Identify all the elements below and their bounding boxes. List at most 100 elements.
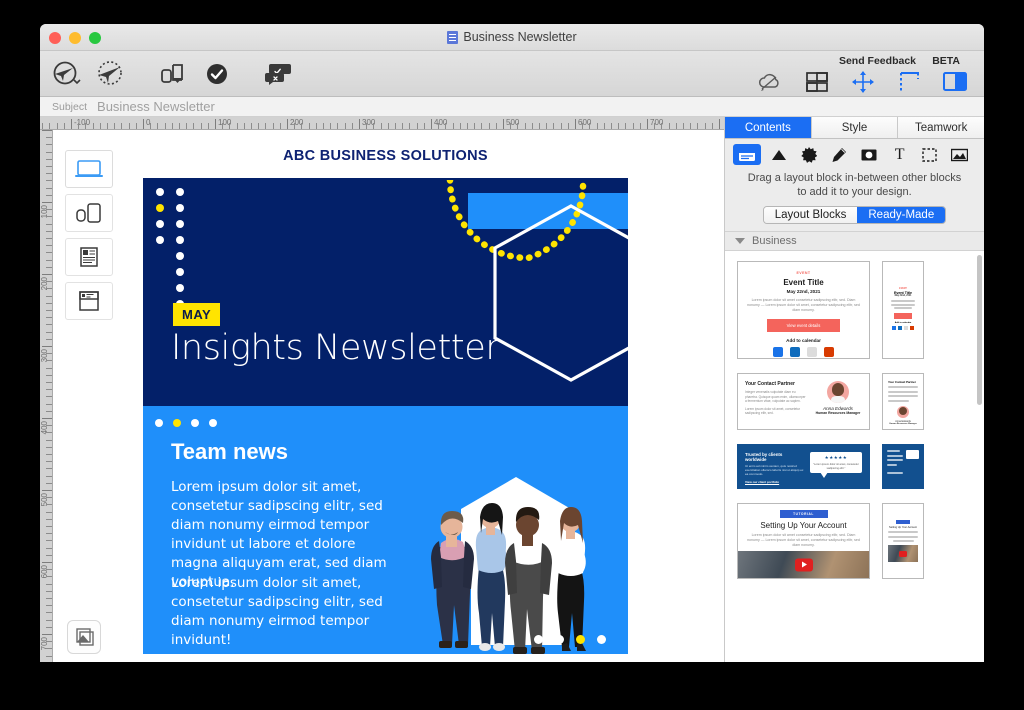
ruler-tick <box>46 403 52 405</box>
panel-scrollbar[interactable] <box>977 255 982 405</box>
spacing-icon[interactable] <box>842 63 884 101</box>
ruler-tick <box>517 123 519 129</box>
send-test-icon[interactable] <box>46 55 88 93</box>
avatar <box>827 381 849 403</box>
thumb-icon-row <box>745 347 862 357</box>
list-item[interactable]: TUTORIAL Setting Up Your Account Lorem i… <box>737 503 970 579</box>
tutorial-mobile-thumbnail[interactable]: Setting Up Your Account <box>882 503 924 579</box>
image-icon[interactable] <box>948 145 972 165</box>
list-item[interactable]: EVENT Event Title May 22nd, 2021 Lorem i… <box>737 261 970 359</box>
ruler-tick <box>157 123 159 129</box>
segment-layout-blocks[interactable]: Layout Blocks <box>763 207 858 223</box>
ruler-tick <box>46 194 52 196</box>
send-preview-icon[interactable] <box>90 55 132 93</box>
avatar <box>897 405 909 418</box>
ruler-tick <box>46 518 52 520</box>
segment-ready-made[interactable]: Ready-Made <box>857 207 946 223</box>
testimonial-mobile-thumbnail[interactable] <box>882 444 924 489</box>
ruler-tick <box>402 123 404 129</box>
ruler-tick <box>337 123 339 129</box>
team-news-paragraph-2[interactable]: Lorem ipsum dolor sit amet, consetetur s… <box>171 574 389 650</box>
hero-heading[interactable]: Insights Newsletter <box>171 328 500 368</box>
ruler-tick <box>553 123 555 129</box>
ruler-tick <box>42 274 52 275</box>
cloud-sync-icon[interactable] <box>750 63 792 101</box>
ruler-tick <box>661 123 663 129</box>
subject-label: Subject <box>52 100 88 113</box>
ruler-tick <box>719 119 720 129</box>
segmented-control: Layout Blocks Ready-Made <box>762 206 947 224</box>
tab-contents[interactable]: Contents <box>725 117 812 138</box>
ruler-tick <box>46 173 52 175</box>
newsletter-brand-title[interactable]: ABC BUSINESS SOLUTIONS <box>143 130 628 178</box>
ruler-tick <box>46 576 52 578</box>
layout-block-icon[interactable] <box>733 144 761 165</box>
testimonial-thumbnail[interactable]: Trusted by clients worldwide Ut enim ad … <box>737 444 870 489</box>
tutorial-thumbnail[interactable]: TUTORIAL Setting Up Your Account Lorem i… <box>737 503 870 579</box>
device-inbox-preview[interactable] <box>65 282 113 320</box>
placeholder-box-icon[interactable] <box>918 145 942 165</box>
list-item[interactable]: Trusted by clients worldwide Ut enim ad … <box>737 444 970 489</box>
vertical-ruler[interactable]: 100 200 300 400 500 600 700 <box>40 130 53 662</box>
horizontal-ruler[interactable]: -100 0 100 200 300 400 500 600 700 <box>40 117 724 130</box>
ruler-tick <box>438 123 440 129</box>
ruler-tick <box>287 119 288 129</box>
layout-blocks-icon[interactable] <box>796 63 838 101</box>
team-news-title[interactable]: Team news <box>171 439 288 465</box>
panel-tabs: Contents Style Teamwork <box>725 117 984 139</box>
title-bar: Business Newsletter <box>40 24 984 51</box>
shape-triangle-icon[interactable] <box>767 145 791 165</box>
ruler-tick <box>215 119 216 129</box>
thumb-title: Trusted by clients worldwide <box>745 452 783 462</box>
layers-button[interactable] <box>67 620 101 654</box>
check-icon[interactable] <box>196 55 238 93</box>
subject-input[interactable]: Business Newsletter <box>97 99 215 114</box>
team-news-block[interactable]: Team news Lorem ipsum dolor sit amet, co… <box>143 406 628 654</box>
ruler-tick <box>42 418 52 419</box>
template-thumbnail-list[interactable]: EVENT Event Title May 22nd, 2021 Lorem i… <box>725 251 984 662</box>
newsletter-hero-block[interactable]: MAY Insights Newsletter <box>143 178 628 406</box>
comments-icon[interactable] <box>258 55 300 93</box>
margins-icon[interactable] <box>888 63 930 101</box>
inspector-panel-icon[interactable] <box>934 63 976 101</box>
contact-partner-thumbnail[interactable]: Your Contact Partner Integer venenatis v… <box>737 373 870 430</box>
play-button-icon[interactable] <box>794 558 813 571</box>
text-icon[interactable]: T <box>888 145 912 165</box>
video-thumbnail <box>738 551 869 578</box>
ruler-tick <box>121 123 123 129</box>
ruler-tick <box>46 295 52 297</box>
device-plaintext[interactable] <box>65 238 113 276</box>
pen-icon[interactable] <box>827 145 851 165</box>
tab-style[interactable]: Style <box>811 117 899 138</box>
editor-body: -100 0 100 200 300 400 500 600 700 100 200 300 400 5… <box>40 117 984 662</box>
list-item[interactable]: Your Contact Partner Integer venenatis v… <box>737 373 970 430</box>
ruler-tick <box>46 554 52 556</box>
team-people-illustration <box>431 477 586 654</box>
tab-teamwork[interactable]: Teamwork <box>898 117 984 138</box>
export-icon[interactable] <box>152 55 194 93</box>
device-desktop[interactable] <box>65 150 113 188</box>
camera-icon[interactable] <box>857 145 881 165</box>
hero-month-badge[interactable]: MAY <box>173 303 221 326</box>
star-burst-icon[interactable] <box>797 145 821 165</box>
thumb-quote: "Lorem ipsum dolor sit amet, consetetur … <box>813 463 859 470</box>
mini-role: Human Resources Manager <box>889 422 917 425</box>
ruler-tick <box>46 655 52 657</box>
design-canvas[interactable]: ABC BUSINESS SOLUTIONS MAY Insights News… <box>53 130 724 662</box>
event-template-mobile-thumbnail[interactable]: EVENT Event Title May 22nd, 2021 Add to … <box>882 261 924 359</box>
apple-calendar-icon <box>807 347 817 357</box>
ruler-tick <box>668 123 670 129</box>
ruler-tick <box>222 123 224 129</box>
ruler-tick <box>46 180 52 182</box>
contact-partner-mobile-thumbnail[interactable]: Your Contact Partner Anna Edwards Human … <box>882 373 924 430</box>
ruler-tick <box>92 123 94 129</box>
mini-date: May 22nd, 2021 <box>894 295 912 297</box>
chevron-down-icon[interactable] <box>735 238 745 244</box>
ruler-tick <box>488 123 490 129</box>
event-template-thumbnail[interactable]: EVENT Event Title May 22nd, 2021 Lorem i… <box>737 261 870 359</box>
group-header-business[interactable]: Business <box>725 231 984 251</box>
ruler-tick <box>373 123 375 129</box>
newsletter-document[interactable]: ABC BUSINESS SOLUTIONS MAY Insights News… <box>143 130 628 654</box>
mini-button <box>894 313 912 319</box>
device-mobile[interactable] <box>65 194 113 232</box>
